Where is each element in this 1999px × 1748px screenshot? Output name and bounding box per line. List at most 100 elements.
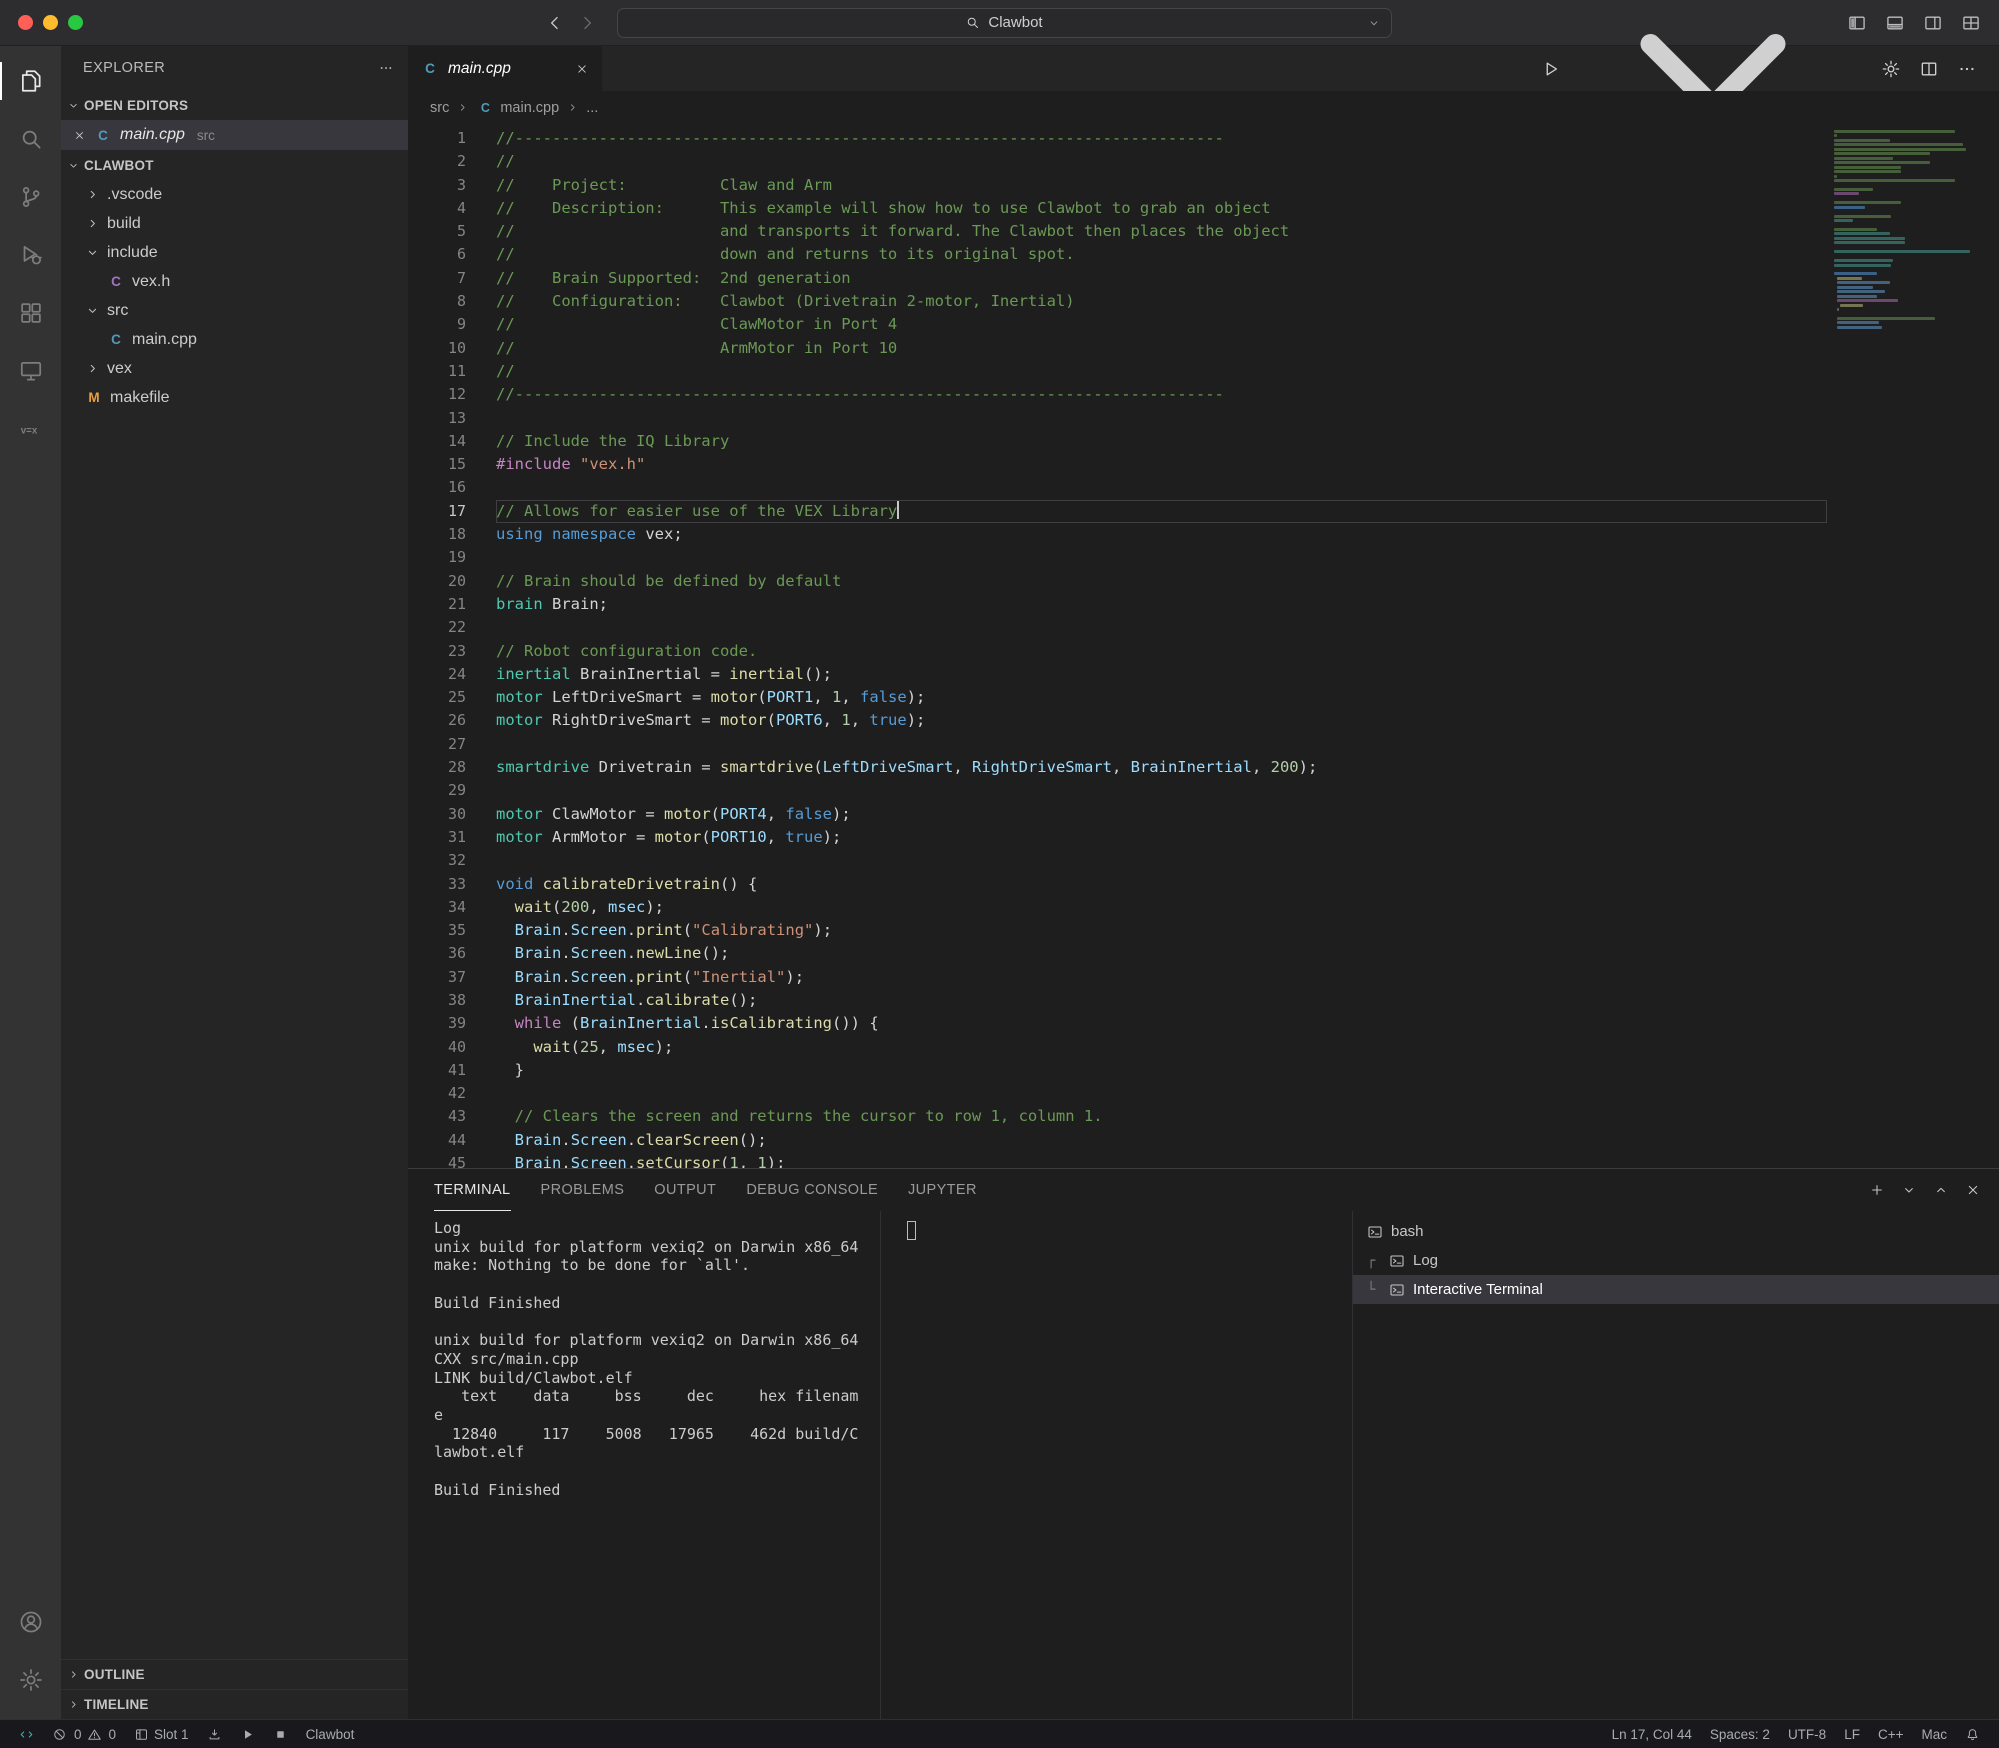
toggle-secondary-sidebar-icon[interactable] <box>1923 13 1943 33</box>
code-line[interactable]: 25 motor LeftDriveSmart = motor(PORT1, 1,… <box>408 686 1829 709</box>
open-editor-item[interactable]: Cmain.cpp src <box>61 120 408 150</box>
code-line[interactable]: 24 inertial BrainInertial = inertial(); <box>408 663 1829 686</box>
code-line[interactable]: 23 // Robot configuration code. <box>408 640 1829 663</box>
code-line[interactable]: 18 using namespace vex; <box>408 523 1829 546</box>
code-editor[interactable]: 1 //-------------------------------------… <box>408 124 1829 1168</box>
close-panel-icon[interactable] <box>1965 1182 1981 1198</box>
code-line[interactable]: 34 wait(200, msec); <box>408 896 1829 919</box>
code-line[interactable]: 21 brain Brain; <box>408 593 1829 616</box>
code-line[interactable]: 5 // and transports it forward. The Clawb… <box>408 220 1829 243</box>
minimap[interactable] <box>1829 124 1999 1168</box>
forward-icon[interactable] <box>577 13 597 33</box>
breadcrumb-item-main-cpp[interactable]: Cmain.cpp <box>476 100 559 116</box>
vex-slot[interactable]: Slot 1 <box>125 1720 198 1748</box>
terminal-item-bash[interactable]: bash <box>1353 1217 1999 1246</box>
activity-item-search[interactable] <box>0 110 61 168</box>
code-line[interactable]: 19 <box>408 546 1829 569</box>
split-editor-icon[interactable] <box>1919 59 1939 79</box>
code-line[interactable]: 27 <box>408 733 1829 756</box>
activity-item-run-and-debug[interactable] <box>0 226 61 284</box>
code-line[interactable]: 26 motor RightDriveSmart = motor(PORT6, 1… <box>408 709 1829 732</box>
code-line[interactable]: 33 void calibrateDrivetrain() { <box>408 873 1829 896</box>
code-line[interactable]: 11 // <box>408 360 1829 383</box>
launch-profile-dropdown-icon[interactable] <box>1901 1182 1917 1198</box>
code-line[interactable]: 44 Brain.Screen.clearScreen(); <box>408 1129 1829 1152</box>
breadcrumb-item-[interactable]: ... <box>586 100 598 116</box>
code-line[interactable]: 31 motor ArmMotor = motor(PORT10, true); <box>408 826 1829 849</box>
code-line[interactable]: 9 // ClawMotor in Port 4 <box>408 313 1829 336</box>
notifications-bell[interactable] <box>1956 1720 1989 1748</box>
close-button[interactable] <box>18 15 33 30</box>
code-line[interactable]: 14 // Include the IQ Library <box>408 430 1829 453</box>
activity-item-remote-explorer[interactable] <box>0 342 61 400</box>
open-editors-header[interactable]: OPEN EDITORS <box>61 90 408 120</box>
problems[interactable]: 00 <box>43 1720 125 1748</box>
panel-tab-jupyter[interactable]: JUPYTER <box>908 1169 977 1211</box>
code-line[interactable]: 20 // Brain should be defined by default <box>408 570 1829 593</box>
code-line[interactable]: 6 // down and returns to its original spo… <box>408 243 1829 266</box>
breadcrumb-item-src[interactable]: src <box>430 100 449 116</box>
minimize-button[interactable] <box>43 15 58 30</box>
command-center[interactable]: Clawbot <box>616 7 1392 38</box>
terminal-item-interactive-terminal[interactable]: └ Interactive Terminal <box>1353 1275 1999 1304</box>
panel-tab-output[interactable]: OUTPUT <box>654 1169 716 1211</box>
close-editor-icon[interactable] <box>73 129 86 142</box>
more-actions-icon[interactable] <box>378 60 394 76</box>
terminal-output[interactable]: Log unix build for platform vexiq2 on Dar… <box>408 1211 880 1719</box>
code-line[interactable]: 42 <box>408 1082 1829 1105</box>
activity-item-source-control[interactable] <box>0 168 61 226</box>
interactive-terminal-pane[interactable] <box>880 1211 1352 1719</box>
activity-item-settings[interactable] <box>0 1651 61 1709</box>
vex-stop[interactable] <box>264 1720 297 1748</box>
run-settings-icon[interactable] <box>1881 59 1901 79</box>
language-mode[interactable]: C++ <box>1869 1720 1913 1748</box>
customize-layout-icon[interactable] <box>1961 13 1981 33</box>
code-line[interactable]: 30 motor ClawMotor = motor(PORT4, false); <box>408 803 1829 826</box>
code-line[interactable]: 28 smartdrive Drivetrain = smartdrive(Lef… <box>408 756 1829 779</box>
back-icon[interactable] <box>545 13 565 33</box>
maximize-panel-icon[interactable] <box>1933 1182 1949 1198</box>
code-line[interactable]: 29 <box>408 779 1829 802</box>
tree-item-main-cpp[interactable]: Cmain.cpp <box>61 325 408 354</box>
workspace-header[interactable]: CLAWBOT <box>61 150 408 180</box>
more-actions-icon[interactable] <box>1957 59 1977 79</box>
tree-item-makefile[interactable]: Mmakefile <box>61 383 408 412</box>
section-outline[interactable]: OUTLINE <box>61 1659 408 1689</box>
tree-item-vex-h[interactable]: Cvex.h <box>61 267 408 296</box>
code-line[interactable]: 37 Brain.Screen.print("Inertial"); <box>408 966 1829 989</box>
tree-item-src[interactable]: src <box>61 296 408 325</box>
code-line[interactable]: 2 // <box>408 150 1829 173</box>
activity-item-explorer[interactable] <box>0 52 61 110</box>
panel-tab-problems[interactable]: PROBLEMS <box>541 1169 625 1211</box>
code-line[interactable]: 22 <box>408 616 1829 639</box>
code-line[interactable]: 36 Brain.Screen.newLine(); <box>408 942 1829 965</box>
code-line[interactable]: 39 while (BrainInertial.isCalibrating())… <box>408 1012 1829 1035</box>
code-line[interactable]: 8 // Configuration: Clawbot (Drivetrain 2… <box>408 290 1829 313</box>
code-line[interactable]: 35 Brain.Screen.print("Calibrating"); <box>408 919 1829 942</box>
tree-item-build[interactable]: build <box>61 209 408 238</box>
activity-item-accounts[interactable] <box>0 1593 61 1651</box>
code-line[interactable]: 12 //------------------------------------… <box>408 383 1829 406</box>
code-line[interactable]: 40 wait(25, msec); <box>408 1036 1829 1059</box>
tree-item-vex[interactable]: vex <box>61 354 408 383</box>
code-line[interactable]: 38 BrainInertial.calibrate(); <box>408 989 1829 1012</box>
new-terminal-icon[interactable] <box>1869 1182 1885 1198</box>
code-line[interactable]: 41 } <box>408 1059 1829 1082</box>
code-line[interactable]: 45 Brain.Screen.setCursor(1, 1); <box>408 1152 1829 1168</box>
code-line[interactable]: 10 // ArmMotor in Port 10 <box>408 337 1829 360</box>
code-line[interactable]: 3 // Project: Claw and Arm <box>408 174 1829 197</box>
keymap[interactable]: Mac <box>1912 1720 1956 1748</box>
toggle-panel-icon[interactable] <box>1885 13 1905 33</box>
code-line[interactable]: 4 // Description: This example will show … <box>408 197 1829 220</box>
vex-download[interactable] <box>198 1720 231 1748</box>
tab-main-cpp[interactable]: C main.cpp <box>408 46 603 91</box>
activity-item-extensions[interactable] <box>0 284 61 342</box>
code-line[interactable]: 32 <box>408 849 1829 872</box>
section-timeline[interactable]: TIMELINE <box>61 1689 408 1719</box>
code-line[interactable]: 7 // Brain Supported: 2nd generation <box>408 267 1829 290</box>
cursor-position[interactable]: Ln 17, Col 44 <box>1603 1720 1701 1748</box>
code-line[interactable]: 43 // Clears the screen and returns the … <box>408 1105 1829 1128</box>
code-line[interactable]: 15 #include "vex.h" <box>408 453 1829 476</box>
eol[interactable]: LF <box>1835 1720 1869 1748</box>
code-line[interactable]: 1 //-------------------------------------… <box>408 127 1829 150</box>
